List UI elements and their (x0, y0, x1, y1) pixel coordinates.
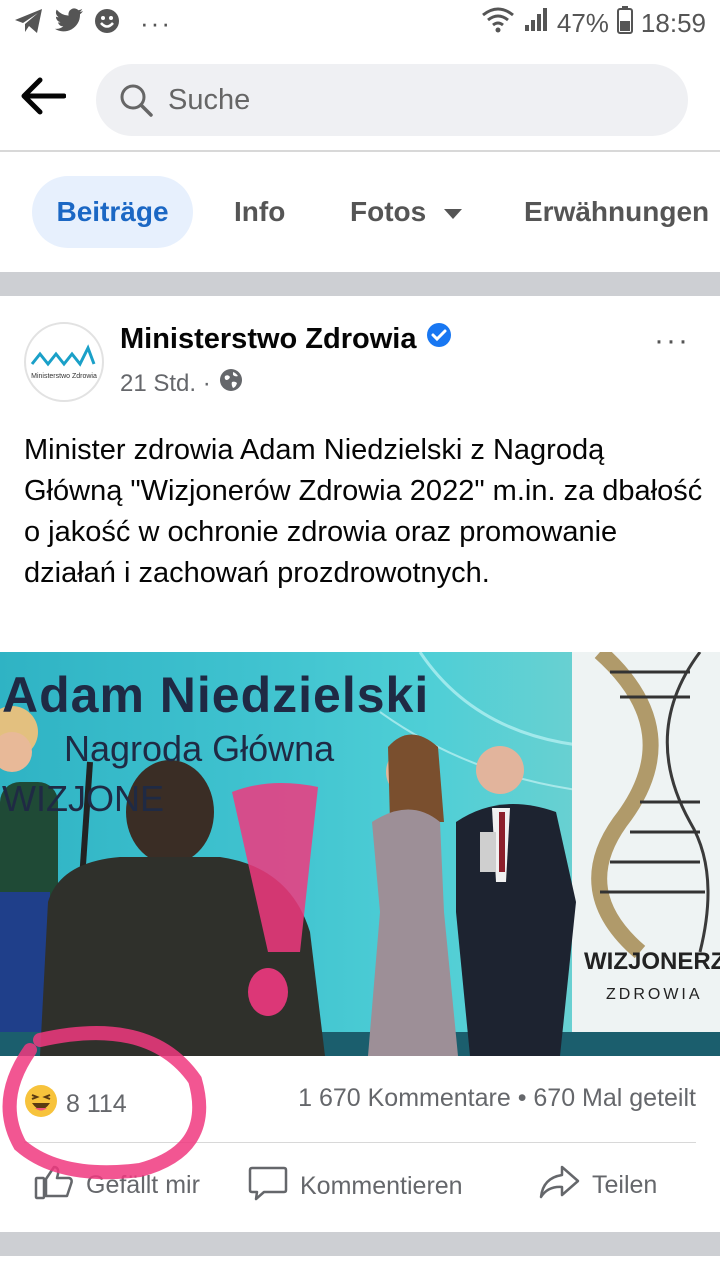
post-text: Minister zdrowia Adam Niedzielski z Nagr… (24, 434, 703, 589)
arrow-left-icon (21, 77, 67, 115)
comment-bubble-icon (248, 1164, 288, 1209)
avatar-caption: Ministerstwo Zdrowia (31, 373, 97, 380)
tab-label: Beiträge (56, 196, 169, 227)
status-left-icons: ··· (14, 8, 172, 39)
share-label: Teilen (592, 1171, 658, 1199)
tab-beitraege[interactable]: Beiträge (32, 176, 193, 248)
photo-banner-partial: WIZJONE (2, 778, 164, 819)
author-name: Ministerstwo Zdrowia (120, 322, 417, 355)
share-button[interactable]: Teilen (538, 1164, 657, 1207)
verified-badge-icon (426, 322, 452, 356)
twitter-icon (54, 8, 84, 39)
like-label: Gefällt mir (86, 1171, 200, 1199)
search-input[interactable] (168, 64, 668, 136)
post-card: Ministerstwo Zdrowia Ministerstwo Zdrowi… (0, 296, 720, 1232)
section-divider (0, 272, 720, 296)
photo-banner-title: Adam Niedzielski (2, 667, 430, 723)
laugh-reaction-icon (24, 1084, 58, 1125)
ministry-logo-icon: Ministerstwo Zdrowia (30, 344, 97, 380)
smiley-app-icon (94, 8, 120, 39)
status-right-icons: 47% 18:59 (481, 6, 706, 41)
post-options-button[interactable]: ··· (654, 324, 690, 358)
comment-button[interactable]: Kommentieren (248, 1164, 463, 1209)
tab-label: Fotos (350, 196, 427, 227)
back-button[interactable] (20, 76, 76, 124)
caret-down-icon (444, 208, 463, 219)
post-author[interactable]: Ministerstwo Zdrowia (120, 322, 452, 356)
post-stats: 8 114 1 670 Kommentare • 670 Mal geteilt (0, 1056, 720, 1142)
search-icon (118, 82, 154, 123)
battery-icon (616, 6, 633, 41)
search-box[interactable] (96, 64, 688, 136)
post-actions: Gefällt mir Kommentieren Teilen (0, 1144, 720, 1232)
status-bar: ··· 47% 18:59 (0, 0, 720, 48)
comment-label: Kommentieren (300, 1172, 463, 1200)
signal-icon (523, 7, 549, 40)
wifi-icon (481, 6, 515, 41)
comments-shares-count[interactable]: 1 670 Kommentare • 670 Mal geteilt (298, 1084, 696, 1113)
telegram-icon (14, 8, 44, 39)
photo-brand-title: WIZJONERZY (584, 948, 720, 975)
post-meta: 21 Std. · (120, 368, 243, 399)
globe-icon (219, 368, 243, 399)
bottom-divider (0, 1232, 720, 1256)
thumbs-up-icon (34, 1164, 74, 1207)
tab-label: Erwähnungen (524, 196, 710, 227)
tab-fotos[interactable]: Fotos (326, 176, 486, 248)
avatar[interactable]: Ministerstwo Zdrowia (24, 322, 104, 402)
clock: 18:59 (640, 8, 706, 38)
share-arrow-icon (538, 1164, 580, 1207)
reaction-count: 8 114 (66, 1090, 127, 1118)
search-header (0, 48, 720, 152)
like-button[interactable]: Gefällt mir (34, 1164, 200, 1207)
photo-banner-subtitle: Nagroda Główna (64, 728, 335, 769)
tab-label: Info (234, 196, 286, 227)
post-photo[interactable]: Adam Niedzielski Nagroda Główna WIZJONE … (0, 652, 720, 1056)
post-divider (24, 1142, 696, 1143)
battery-percent: 47% (556, 8, 609, 38)
photo-brand-subtitle: ZDROWIA (606, 986, 703, 1003)
status-more-dots: ··· (140, 8, 172, 38)
post-time[interactable]: 21 Std. · (120, 370, 211, 398)
tab-info[interactable]: Info (210, 176, 309, 248)
page-tabs: Beiträge Info Fotos Erwähnungen (0, 152, 720, 272)
reaction-summary[interactable]: 8 114 (24, 1084, 127, 1125)
tab-erwaehnungen[interactable]: Erwähnungen (500, 176, 720, 248)
